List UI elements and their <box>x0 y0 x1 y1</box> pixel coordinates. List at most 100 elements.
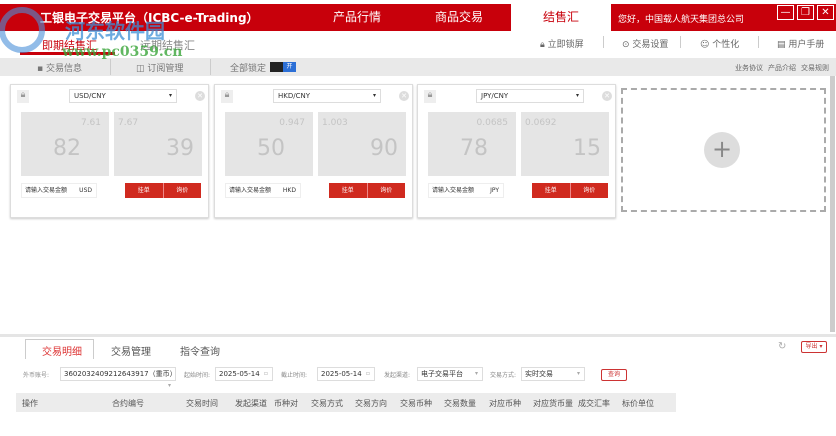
lock-icon[interactable]: 🔒︎ <box>17 90 29 103</box>
query-button[interactable]: 查询 <box>601 369 627 381</box>
calendar-icon: ▫ <box>263 370 268 377</box>
tab-trade-management[interactable]: 交易管理 <box>111 343 151 358</box>
amount-input[interactable]: 请输入交易金额 HKD <box>225 183 301 198</box>
tab-instruction-query[interactable]: 指令查询 <box>180 343 220 358</box>
trade-info-button[interactable]: ▪ 交易信息 <box>37 61 82 74</box>
quote-button[interactable]: 询价 <box>366 183 406 198</box>
close-card-icon[interactable]: ✕ <box>399 91 409 101</box>
chevron-down-icon: ▾ <box>372 92 376 99</box>
order-button[interactable]: 挂单 <box>125 183 163 198</box>
personalize-label: 个性化 <box>712 40 740 50</box>
chevron-down-icon: ▾ <box>575 92 579 99</box>
column-header: 合约编号 <box>112 399 144 408</box>
chevron-down-icon: ▾ <box>167 382 171 389</box>
divider <box>680 36 681 48</box>
subscription-button[interactable]: ◫ 订阅管理 <box>136 61 183 74</box>
order-button[interactable]: 挂单 <box>532 183 570 198</box>
panel-divider[interactable] <box>0 334 836 337</box>
lock-icon: 🔒︎ <box>540 40 548 50</box>
subtab-spot[interactable]: 即期结售汇 <box>42 37 97 53</box>
column-header: 交易方向 <box>355 399 387 408</box>
close-card-icon[interactable]: ✕ <box>602 91 612 101</box>
end-date-input[interactable]: 2025-05-14 ▫ <box>317 367 375 381</box>
bid-big: 78 <box>460 136 488 161</box>
lock-icon[interactable]: 🔒︎ <box>221 90 233 103</box>
account-label: 外币账号: <box>23 372 50 379</box>
channel-select[interactable]: 电子交易平台 ▾ <box>417 367 483 381</box>
toggle-label: 开 <box>283 62 296 72</box>
pair-value: JPY/CNY <box>481 92 509 100</box>
bid-small: 0.0685 <box>476 118 509 128</box>
lock-screen-button[interactable]: 🔒︎ 立即锁屏 <box>540 37 584 50</box>
pair-value: USD/CNY <box>74 92 106 100</box>
column-header: 对应货币量 <box>533 399 573 408</box>
lock-icon[interactable]: 🔒︎ <box>424 90 436 103</box>
trade-settings-button[interactable]: ⊙ 交易设置 <box>622 37 668 50</box>
divider <box>758 36 759 48</box>
personalize-button[interactable]: ☺ 个性化 <box>700 37 739 50</box>
quote-card: 🔒︎ HKD/CNY ▾ ✕ 0.947 50 1.003 90 请输入交易金额 HKD… <box>214 84 413 218</box>
restore-button[interactable]: ❐ <box>797 5 814 20</box>
link-trading-rules[interactable]: 交易规则 <box>801 63 829 73</box>
divider <box>210 59 211 75</box>
trade-info-label: 交易信息 <box>45 64 82 74</box>
column-header: 标价单位 <box>622 399 654 408</box>
add-card-area[interactable]: + <box>621 88 826 212</box>
bid-box[interactable]: 0.0685 78 <box>428 112 516 176</box>
user-manual-button[interactable]: ▤ 用户手册 <box>777 37 824 50</box>
manual-icon: ▤ <box>777 40 789 50</box>
order-button[interactable]: 挂单 <box>329 183 367 198</box>
link-agreement[interactable]: 业务协议 <box>735 63 763 73</box>
close-card-icon[interactable]: ✕ <box>195 91 205 101</box>
ask-box[interactable]: 0.0692 15 <box>521 112 609 176</box>
nav-tab-market[interactable]: 产品行情 <box>312 4 402 31</box>
start-date-value: 2025-05-14 <box>219 370 260 378</box>
pair-select[interactable]: HKD/CNY ▾ <box>273 89 381 103</box>
ask-box[interactable]: 1.003 90 <box>318 112 406 176</box>
pair-select[interactable]: JPY/CNY ▾ <box>476 89 584 103</box>
close-button[interactable]: ✕ <box>817 5 834 20</box>
export-button[interactable]: 导出 ▾ <box>801 341 827 353</box>
action-buttons: 挂单 询价 <box>329 183 405 198</box>
bid-box[interactable]: 7.61 82 <box>21 112 109 176</box>
link-product-intro[interactable]: 产品介绍 <box>768 63 796 73</box>
plus-icon[interactable]: + <box>704 132 740 168</box>
quote-button[interactable]: 询价 <box>162 183 202 198</box>
user-manual-label: 用户手册 <box>788 40 825 50</box>
minimize-button[interactable]: — <box>777 5 794 20</box>
quote-card: 🔒︎ USD/CNY ▾ ✕ 7.61 82 7.67 39 请输入交易金额 USD 挂… <box>10 84 209 218</box>
ask-box[interactable]: 7.67 39 <box>114 112 202 176</box>
ask-small: 0.0692 <box>525 118 557 128</box>
ask-big: 39 <box>166 136 194 161</box>
scrollbar[interactable] <box>830 76 835 332</box>
currency-label: HKD <box>282 187 296 194</box>
lock-all-toggle[interactable]: 开 <box>270 62 296 72</box>
refresh-icon[interactable]: ↻ <box>778 341 786 352</box>
column-header: 交易方式 <box>311 399 343 408</box>
nav-tab-fx[interactable]: 结售汇 <box>511 4 611 31</box>
bid-big: 50 <box>257 136 285 161</box>
quote-button[interactable]: 询价 <box>569 183 609 198</box>
subtab-forward[interactable]: 远期结售汇 <box>140 37 195 53</box>
action-buttons: 挂单 询价 <box>125 183 201 198</box>
ask-small: 7.67 <box>118 118 139 128</box>
column-header: 交易币种 <box>400 399 432 408</box>
amount-input[interactable]: 请输入交易金额 USD <box>21 183 97 198</box>
mode-select[interactable]: 实时交易 ▾ <box>521 367 585 381</box>
column-header: 币种对 <box>274 399 298 408</box>
pair-select[interactable]: USD/CNY ▾ <box>69 89 177 103</box>
nav-tab-commodity[interactable]: 商品交易 <box>414 4 504 31</box>
column-header: 发起渠道 <box>235 399 267 408</box>
toolbar <box>0 58 836 76</box>
lock-screen-label: 立即锁屏 <box>547 40 584 50</box>
tab-trade-details[interactable]: 交易明细 <box>42 343 82 358</box>
column-header: 操作 <box>22 399 38 408</box>
chevron-down-icon: ▾ <box>576 370 580 377</box>
start-label: 起始时间: <box>184 372 211 379</box>
amount-input[interactable]: 请输入交易金额 JPY <box>428 183 504 198</box>
quote-card: 🔒︎ JPY/CNY ▾ ✕ 0.0685 78 0.0692 15 请输入交易金额 J… <box>417 84 616 218</box>
bid-box[interactable]: 0.947 50 <box>225 112 313 176</box>
mode-label: 交易方式: <box>490 372 517 379</box>
start-date-input[interactable]: 2025-05-14 ▫ <box>215 367 273 381</box>
account-select[interactable]: 3602032409212643917（重币） ▾ <box>60 367 177 389</box>
